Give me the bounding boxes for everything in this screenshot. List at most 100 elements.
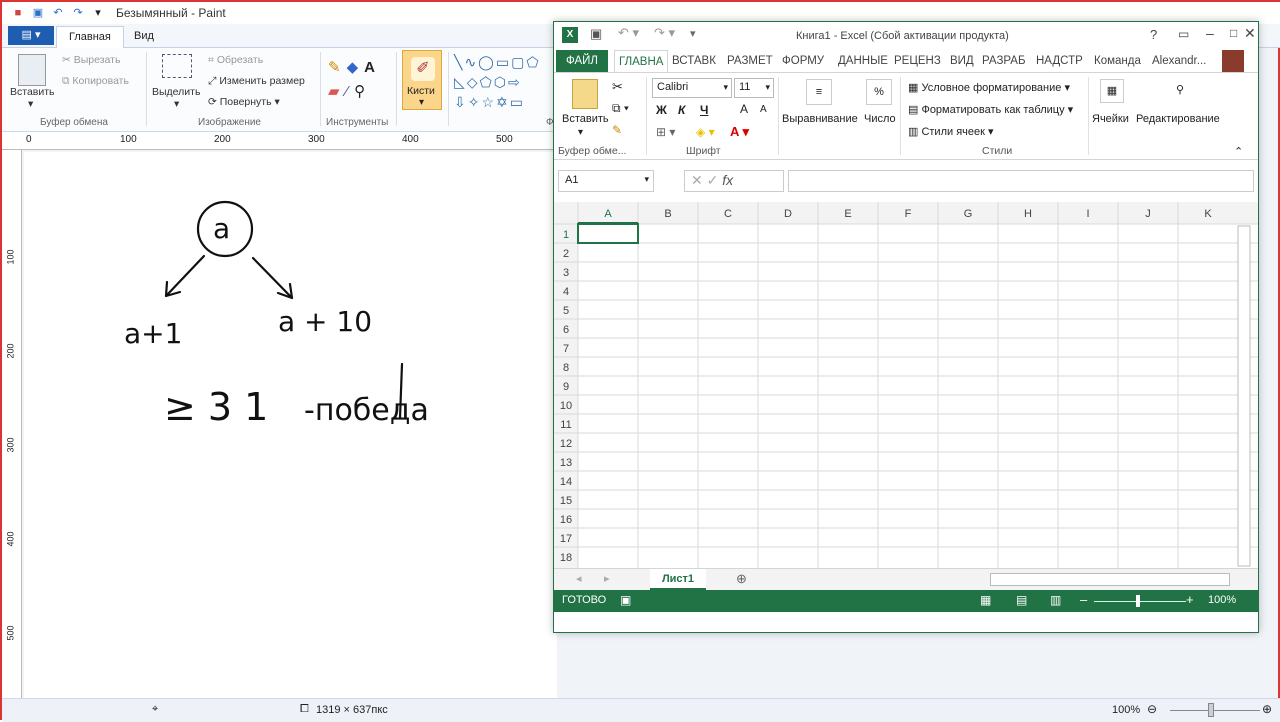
pencil-icon[interactable]: ✎ <box>328 59 347 76</box>
zoom-out-icon[interactable]: – <box>1080 592 1087 607</box>
callout-shape-icon[interactable]: ▭ <box>510 94 525 110</box>
arrow-down-shape-icon[interactable]: ⇩ <box>454 94 468 110</box>
column-header[interactable]: G <box>964 208 973 220</box>
paste-button[interactable]: Вставить <box>10 86 55 98</box>
star4-shape-icon[interactable]: ✧ <box>468 94 482 110</box>
normal-view-icon[interactable]: ▦ <box>980 593 991 607</box>
row-header[interactable]: 17 <box>560 533 572 545</box>
crop-button[interactable]: ⌗ Обрезать <box>208 54 263 67</box>
minimize-icon[interactable]: – <box>1206 25 1214 41</box>
row-header[interactable]: 4 <box>563 286 569 298</box>
tab-addins[interactable]: НАДСТР <box>1036 50 1083 72</box>
diamond-shape-icon[interactable]: ◇ <box>467 74 480 90</box>
zoom-in-icon[interactable]: ⊕ <box>1262 702 1272 716</box>
row-header[interactable]: 1 <box>563 229 569 241</box>
cancel-icon[interactable]: ✕ <box>691 172 703 188</box>
column-header[interactable]: J <box>1145 208 1151 220</box>
paste-icon[interactable] <box>572 79 598 109</box>
find-icon[interactable]: ⚲ <box>1168 79 1192 103</box>
maximize-icon[interactable]: □ <box>1230 26 1237 40</box>
cut-button[interactable]: ✂ Вырезать <box>62 54 120 66</box>
rounded-rect-shape-icon[interactable]: ▢ <box>511 54 526 70</box>
paste-button[interactable]: Вставить <box>562 113 609 125</box>
row-header[interactable]: 13 <box>560 457 572 469</box>
rect-shape-icon[interactable]: ▭ <box>496 54 511 70</box>
row-header[interactable]: 6 <box>563 324 569 336</box>
zoom-slider-thumb[interactable] <box>1208 703 1214 717</box>
cells-icon[interactable]: ▦ <box>1100 79 1124 103</box>
font-grow-button[interactable]: A <box>740 102 748 116</box>
redo-icon[interactable]: ↷ ▾ <box>654 25 675 41</box>
conditional-format-button[interactable]: ▦ Условное форматирование ▾ <box>908 81 1070 94</box>
curve-shape-icon[interactable]: ∿ <box>464 54 478 70</box>
column-header[interactable]: I <box>1086 208 1089 220</box>
row-header[interactable]: 2 <box>563 248 569 260</box>
row-header[interactable]: 5 <box>563 305 569 317</box>
tab-home[interactable]: Главная <box>56 26 124 48</box>
qat-dropdown-icon[interactable]: ▾ <box>690 27 696 40</box>
qat-dropdown-icon[interactable]: ▾ <box>90 5 106 21</box>
sheet-prev-icon[interactable]: ◂ <box>576 572 582 585</box>
macro-record-icon[interactable]: ▣ <box>620 593 631 607</box>
column-header[interactable]: K <box>1204 208 1212 220</box>
collapse-ribbon-icon[interactable]: ⌃ <box>1234 145 1243 158</box>
zoom-in-icon[interactable]: + <box>1186 592 1194 607</box>
undo-icon[interactable]: ↶ ▾ <box>618 25 639 41</box>
cells-button[interactable]: Ячейки <box>1092 113 1129 125</box>
star6-shape-icon[interactable]: ✡ <box>496 94 510 110</box>
copy-button[interactable]: ⧉ Копировать <box>62 75 129 88</box>
tab-team[interactable]: Команда <box>1094 50 1141 72</box>
horizontal-scrollbar[interactable] <box>990 573 1230 586</box>
add-sheet-icon[interactable]: ⊕ <box>736 571 747 587</box>
tab-layout[interactable]: РАЗМЕТ <box>727 50 773 72</box>
copy-icon[interactable]: ⧉ ▾ <box>612 101 629 116</box>
redo-icon[interactable]: ↷ <box>70 5 86 21</box>
pentagon-shape-icon[interactable]: ⬠ <box>480 74 494 90</box>
row-header[interactable]: 18 <box>560 552 572 564</box>
name-box[interactable]: A1 ▾ <box>558 170 654 192</box>
save-icon[interactable]: ▣ <box>30 5 46 21</box>
help-icon[interactable]: ? <box>1150 27 1157 42</box>
format-as-table-button[interactable]: ▤ Форматировать как таблицу ▾ <box>908 103 1073 116</box>
paint-file-menu[interactable]: ▤ ▾ <box>8 26 54 45</box>
paste-icon[interactable] <box>18 54 46 86</box>
column-header[interactable]: C <box>724 208 732 220</box>
ribbon-options-icon[interactable]: ▭ <box>1178 27 1189 41</box>
triangle-shape-icon[interactable]: ◺ <box>454 74 467 90</box>
bold-button[interactable]: Ж <box>656 103 667 117</box>
tab-insert[interactable]: ВСТАВК <box>672 50 716 72</box>
column-header[interactable]: A <box>604 208 612 220</box>
zoom-slider-thumb[interactable] <box>1136 595 1140 607</box>
select-button[interactable]: Выделить <box>152 86 200 98</box>
tab-view[interactable]: Вид <box>122 26 166 48</box>
font-size-select[interactable]: 11 ▾ <box>734 78 774 98</box>
zoom-out-icon[interactable]: ⊖ <box>1147 702 1157 716</box>
brushes-button[interactable]: ✐ Кисти ▾ <box>402 50 442 110</box>
editing-button[interactable]: Редактирование <box>1136 113 1220 125</box>
row-header[interactable]: 14 <box>560 476 572 488</box>
page-layout-icon[interactable]: ▤ <box>1016 593 1027 607</box>
text-icon[interactable]: A <box>364 59 381 76</box>
alignment-icon[interactable]: ≡ <box>806 79 832 105</box>
insert-function-icon[interactable]: fx <box>722 172 733 188</box>
row-header[interactable]: 9 <box>563 381 569 393</box>
oval-shape-icon[interactable]: ◯ <box>478 54 496 70</box>
polygon-shape-icon[interactable]: ⬠ <box>526 54 540 70</box>
save-icon[interactable]: ▣ <box>590 26 602 42</box>
select-dropdown-icon[interactable]: ▾ <box>174 98 179 110</box>
cell-styles-button[interactable]: ▥ Стили ячеек ▾ <box>908 125 994 138</box>
rotate-button[interactable]: ⟳ Повернуть ▾ <box>208 96 280 108</box>
arrow-right-shape-icon[interactable]: ⇨ <box>508 74 522 90</box>
tab-data[interactable]: ДАННЫЕ <box>838 50 888 72</box>
column-header[interactable]: H <box>1024 208 1032 220</box>
color-picker-icon[interactable]: ⁄ <box>346 83 355 100</box>
paint-canvas[interactable]: a a+1 a + 10 ≥ 3 1 -победа <box>24 152 557 698</box>
eraser-icon[interactable]: ▰ <box>328 83 346 100</box>
zoom-slider[interactable] <box>1170 710 1260 711</box>
sheet-tab[interactable]: Лист1 <box>650 569 706 590</box>
tab-review[interactable]: РЕЦЕНЗ <box>894 50 941 72</box>
fill-color-icon[interactable]: ◈ ▾ <box>696 125 715 139</box>
column-header[interactable]: D <box>784 208 792 220</box>
line-shape-icon[interactable]: ╲ <box>454 54 464 70</box>
font-name-select[interactable]: Calibri ▾ <box>652 78 732 98</box>
